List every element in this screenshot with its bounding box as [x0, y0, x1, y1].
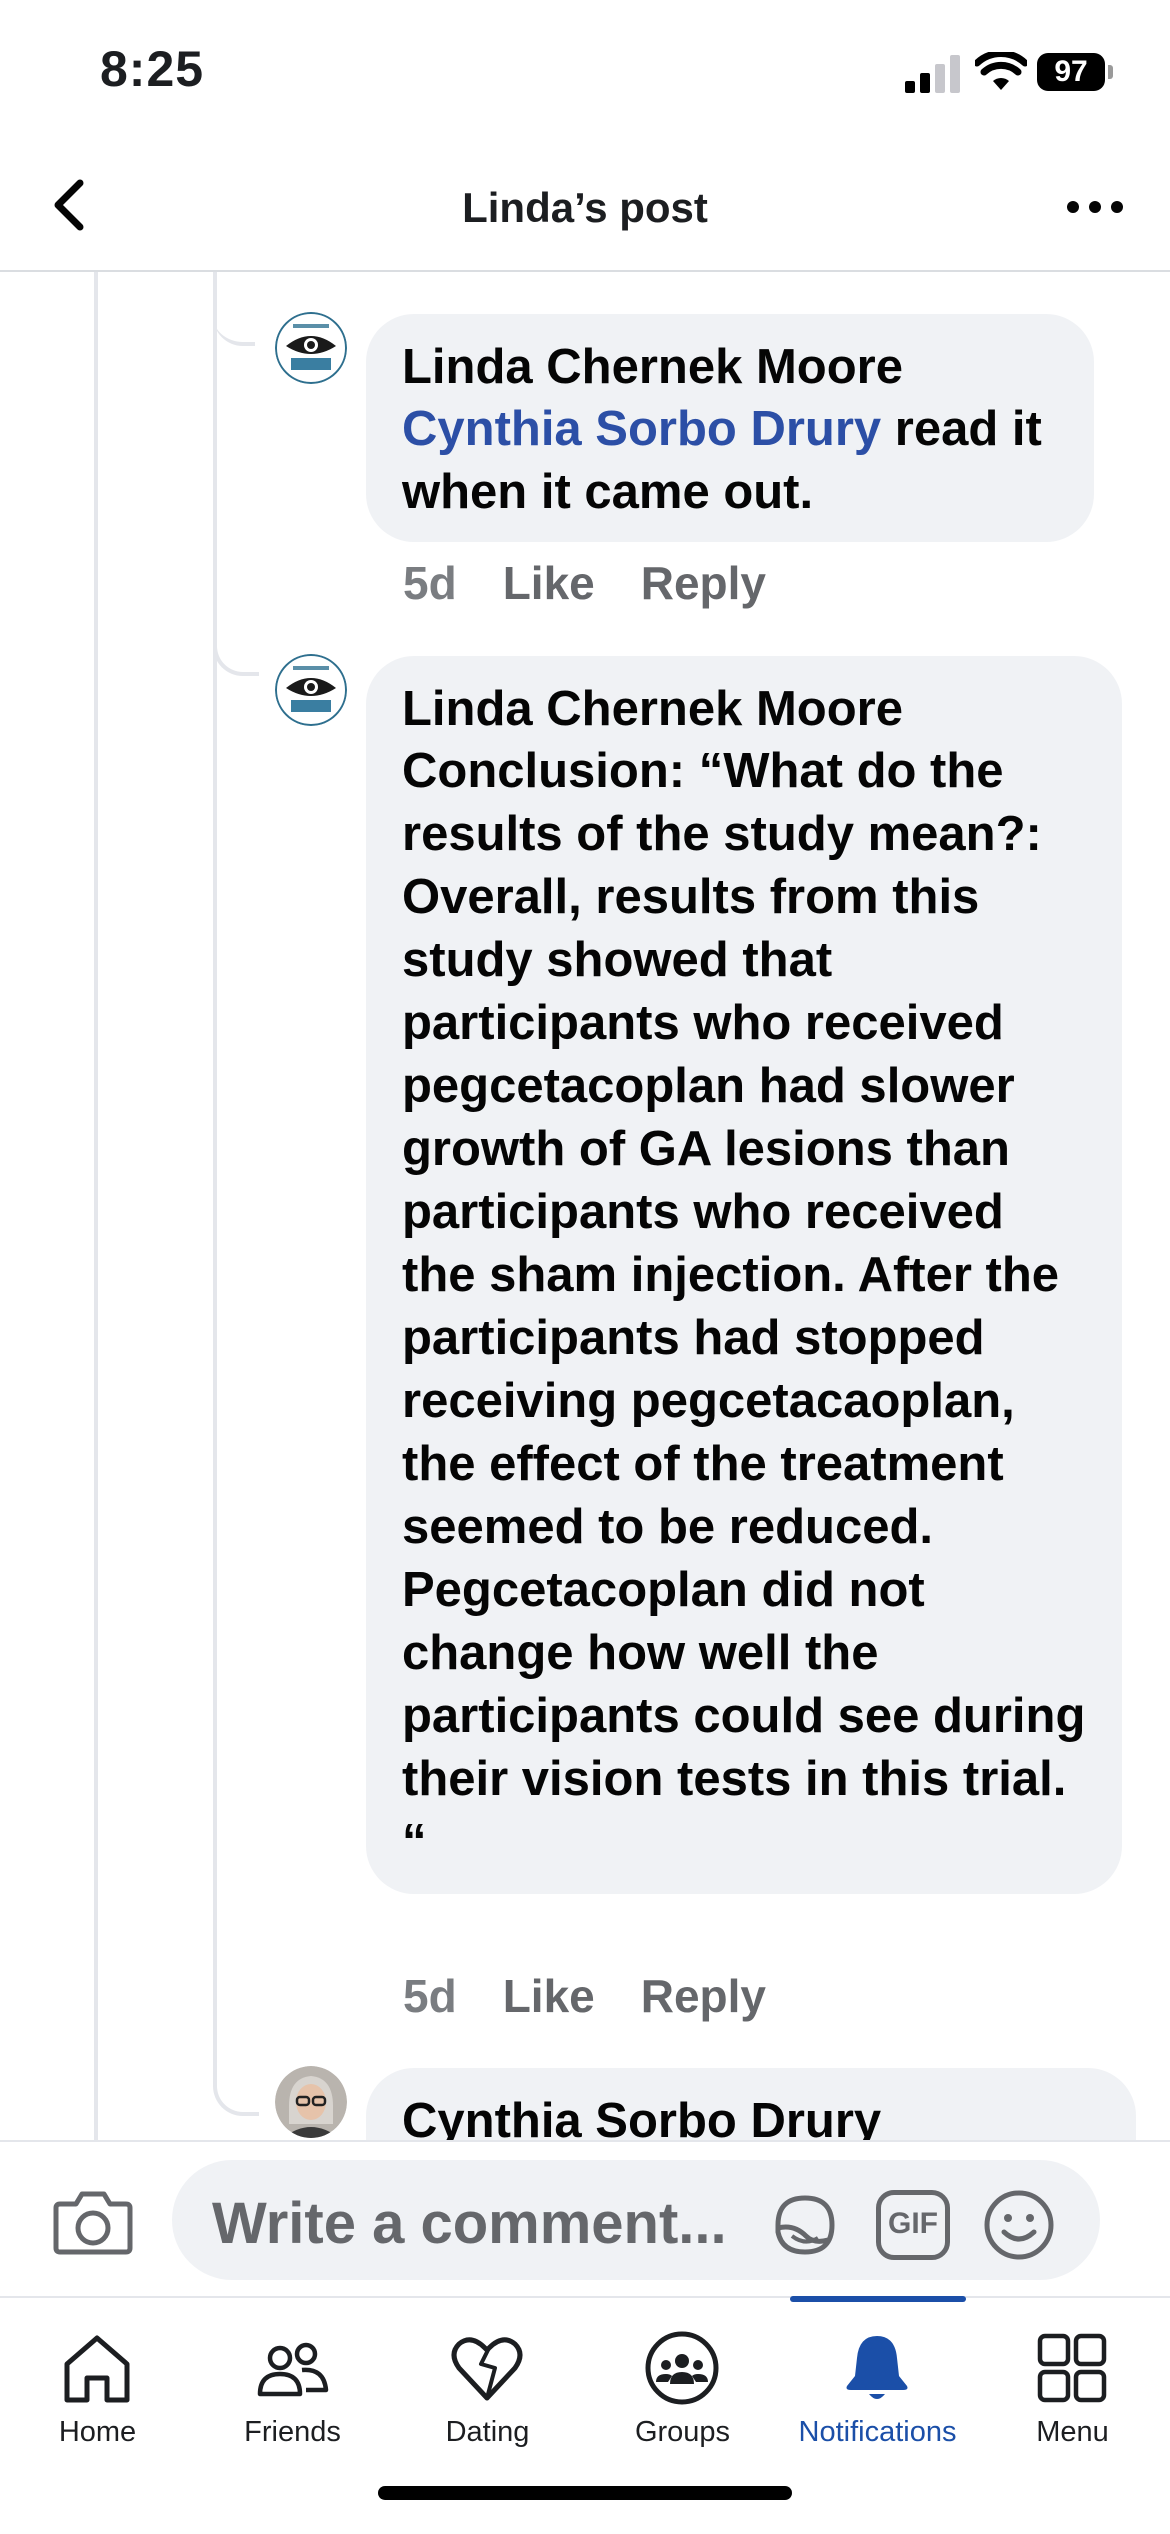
gif-label: GIF	[888, 2207, 938, 2240]
tab-label: Friends	[244, 2416, 341, 2448]
post-header: Linda’s post	[0, 140, 1170, 272]
eye-logo-avatar[interactable]	[275, 654, 347, 726]
friends-icon	[257, 2342, 329, 2397]
menu-grid-icon	[1037, 2333, 1107, 2403]
tab-label: Menu	[1036, 2416, 1109, 2448]
comment-bubble[interactable]: Cynthia Sorbo Drury	[366, 2068, 1136, 2140]
reply-button[interactable]: Reply	[641, 556, 766, 610]
tab-menu[interactable]: Menu	[975, 2298, 1170, 2458]
gif-button[interactable]: GIF	[876, 2190, 950, 2260]
comment-author[interactable]: Cynthia Sorbo Drury	[402, 2090, 1100, 2140]
sticker-icon[interactable]	[768, 2188, 842, 2262]
comment-age: 5d	[403, 557, 457, 609]
status-time: 8:25	[100, 41, 205, 97]
page-title: Linda’s post	[462, 184, 708, 231]
battery-level: 97	[1037, 53, 1105, 91]
comment-author[interactable]: Linda Chernek Moore	[402, 336, 1058, 398]
tab-label: Dating	[445, 2416, 530, 2448]
thread-line-outer	[94, 272, 98, 2140]
comment-input[interactable]: Write a comment... GIF	[172, 2160, 1100, 2280]
camera-icon[interactable]	[52, 2186, 134, 2256]
mention-link[interactable]: Cynthia Sorbo Drury	[402, 402, 881, 456]
comment-composer: Write a comment... GIF	[0, 2140, 1170, 2298]
comment-age: 5d	[403, 1970, 457, 2022]
tab-groups[interactable]: Groups	[585, 2298, 780, 2458]
comment-thread[interactable]: Linda Chernek Moore Cynthia Sorbo Drury …	[0, 272, 1170, 2140]
tab-friends[interactable]: Friends	[195, 2298, 390, 2458]
comment-bubble[interactable]: Linda Chernek Moore Conclusion: “What do…	[366, 656, 1122, 1894]
user-photo-avatar[interactable]	[275, 2066, 347, 2138]
thread-line-inner	[213, 272, 217, 2072]
groups-icon	[645, 2331, 719, 2405]
reply-connector	[213, 272, 255, 346]
wifi-icon	[975, 52, 1027, 90]
tab-dating[interactable]: Dating	[390, 2298, 585, 2458]
comment-bubble[interactable]: Linda Chernek Moore Cynthia Sorbo Drury …	[366, 314, 1094, 542]
reply-connector	[213, 2042, 259, 2116]
more-options-icon[interactable]	[1065, 192, 1125, 222]
cellular-signal-icon	[905, 55, 960, 93]
comment-actions: 5d Like Reply	[403, 1969, 812, 2029]
comment-text: Cynthia Sorbo Drury read it when it came…	[402, 398, 1058, 524]
home-icon	[64, 2335, 130, 2403]
tab-label: Home	[58, 2416, 137, 2448]
status-bar: 8:25 97	[0, 0, 1170, 140]
comment-actions: 5d Like Reply	[403, 556, 812, 616]
emoji-icon[interactable]	[982, 2188, 1056, 2262]
reply-connector	[213, 622, 259, 676]
tab-label: Groups	[634, 2416, 731, 2448]
tab-label: Notifications	[798, 2416, 957, 2448]
like-button[interactable]: Like	[503, 556, 595, 610]
like-button[interactable]: Like	[503, 1969, 595, 2023]
battery-icon: 97	[1037, 53, 1113, 91]
eye-logo-avatar[interactable]	[275, 312, 347, 384]
bell-icon	[846, 2336, 908, 2399]
home-indicator[interactable]	[378, 2486, 792, 2500]
comment-placeholder: Write a comment...	[212, 2191, 727, 2256]
dating-heart-icon	[451, 2337, 523, 2401]
comment-body: Conclusion: “What do the results of the …	[402, 744, 1086, 1869]
comment-author[interactable]: Linda Chernek Moore	[402, 678, 1086, 740]
reply-button[interactable]: Reply	[641, 1969, 766, 2023]
tab-home[interactable]: Home	[0, 2298, 195, 2458]
tab-notifications[interactable]: Notifications	[780, 2298, 975, 2458]
